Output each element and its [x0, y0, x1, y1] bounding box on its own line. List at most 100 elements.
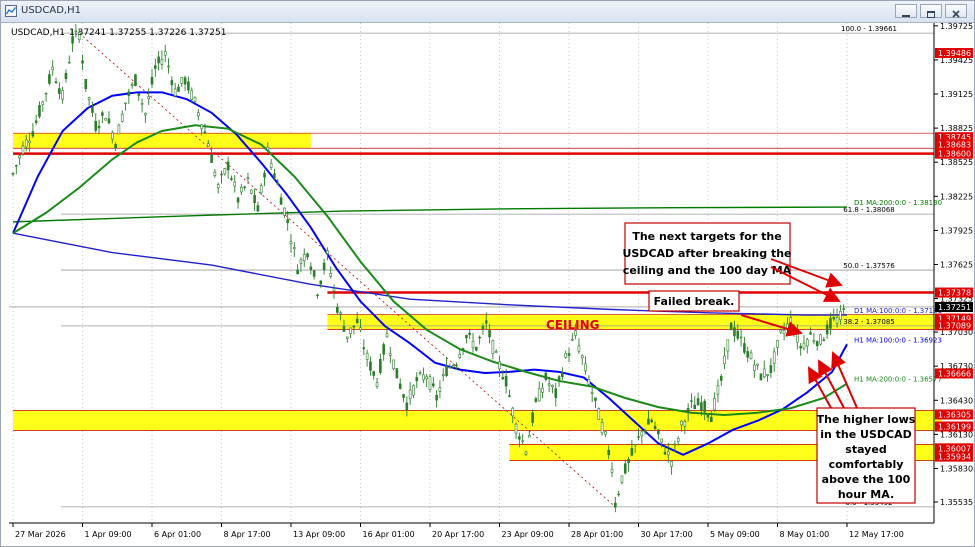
price-tag-label: 1.39486: [938, 49, 971, 58]
candle-body: [686, 408, 690, 414]
candle-body: [441, 374, 445, 376]
candle-body: [544, 372, 548, 380]
candle-body: [144, 113, 147, 116]
candle-body: [527, 435, 531, 438]
candle-body: [329, 273, 333, 277]
higher-lows-text-line: comfortably: [829, 458, 904, 471]
price-tag-label: 1.35934: [938, 453, 971, 462]
candle-body: [491, 340, 495, 354]
candle-body: [87, 97, 91, 100]
chart-app-icon: [5, 5, 17, 17]
candle-body: [511, 407, 515, 417]
candle-body: [465, 335, 468, 339]
price-tag-label: 1.36199: [938, 423, 971, 432]
candle-body: [825, 324, 829, 335]
higher-lows-text-line: above the 100: [822, 473, 911, 486]
candle-body: [375, 382, 379, 387]
restore-button[interactable]: [920, 4, 942, 18]
candle-body: [531, 412, 534, 423]
y-tick-label: 1.36430: [940, 396, 973, 405]
candle-body: [332, 288, 336, 292]
candle-body: [379, 358, 382, 373]
minimize-button[interactable]: [895, 4, 917, 18]
y-tick-label: 1.38225: [940, 192, 973, 201]
candle-body: [147, 96, 150, 100]
candle-body: [478, 336, 481, 339]
candle-body: [398, 383, 402, 389]
candle-body: [345, 336, 349, 339]
candle-body: [157, 56, 160, 64]
candle-body: [772, 351, 776, 364]
candle-body: [256, 205, 260, 212]
candle-body: [521, 440, 524, 442]
candle-body: [283, 207, 286, 216]
candle-body: [11, 173, 15, 175]
candle-body: [402, 394, 405, 398]
chart-window: USDCAD,H1 100.0 - 1.39661 61.8 - 1.38068 5…: [0, 0, 975, 547]
candle-body: [829, 317, 832, 329]
candle-body: [269, 162, 273, 168]
price-chart[interactable]: 100.0 - 1.39661 61.8 - 1.38068 50.0 - 1.37…: [1, 23, 974, 546]
candle-body: [524, 451, 528, 455]
candle-body: [339, 312, 342, 315]
y-tick-label: 1.38825: [940, 124, 973, 133]
targets-text-line: USDCAD after breaking the: [622, 247, 791, 260]
candle-body: [468, 332, 472, 335]
candle-body: [167, 65, 170, 68]
candle-body: [445, 365, 448, 377]
candle-body: [759, 373, 763, 381]
candle-body: [435, 394, 438, 401]
candle-body: [729, 322, 733, 331]
y-tick-label: 1.39125: [940, 90, 973, 99]
candle-body: [200, 124, 203, 130]
fib-level-label: 38.2 - 1.37085: [843, 318, 895, 326]
candle-body: [455, 364, 458, 367]
candle-body: [286, 219, 289, 224]
candle-body: [355, 318, 359, 324]
candle-body: [617, 493, 620, 496]
candle-body: [418, 372, 422, 374]
candle-body: [177, 86, 180, 92]
candle-body: [408, 389, 412, 400]
candle-body: [365, 352, 369, 360]
x-tick-label: 5 May 09:00: [710, 530, 760, 539]
ma-label: D1 MA:100:0:0 - 1.37181: [854, 307, 942, 315]
candle-body: [713, 398, 716, 411]
x-tick-label: 30 Apr 17:00: [641, 530, 693, 539]
price-axis[interactable]: 1.397251.394251.391251.388251.385251.382…: [934, 23, 973, 507]
candle-body: [458, 354, 462, 358]
candle-body: [620, 475, 624, 483]
candle-body: [799, 346, 802, 349]
candle-body: [637, 436, 640, 438]
y-tick-label: 1.36130: [940, 430, 973, 439]
candle-body: [48, 74, 51, 84]
x-tick-label: 16 Apr 01:00: [363, 530, 415, 539]
x-tick-label: 13 Apr 09:00: [293, 530, 345, 539]
candle-body: [134, 74, 137, 86]
candle-body: [723, 355, 726, 365]
higher-lows-text-line: hour MA.: [838, 488, 894, 501]
candle-body: [471, 340, 475, 349]
candle-body: [220, 173, 223, 176]
price-tag-label: 1.37251: [938, 303, 971, 312]
candle-body: [276, 183, 280, 185]
chart-symbol: USDCAD,H1: [11, 28, 65, 38]
candle-body: [44, 92, 48, 95]
candle-body: [508, 395, 511, 397]
candle-body: [736, 330, 740, 339]
candle-body: [210, 154, 213, 163]
price-tag-label: 1.36666: [938, 369, 971, 378]
candle-body: [812, 340, 816, 343]
candle-body: [226, 161, 230, 171]
candle-body: [475, 346, 478, 351]
candle-body: [342, 326, 346, 332]
x-tick-label: 27 Mar 2026: [15, 530, 66, 539]
candle-body: [703, 400, 706, 413]
candle-body: [670, 461, 673, 467]
candle-body: [163, 51, 167, 56]
candle-body: [627, 459, 630, 464]
close-button[interactable]: [945, 4, 967, 18]
candle-body: [756, 363, 759, 366]
candle-body: [273, 173, 276, 178]
candle-body: [567, 353, 571, 356]
